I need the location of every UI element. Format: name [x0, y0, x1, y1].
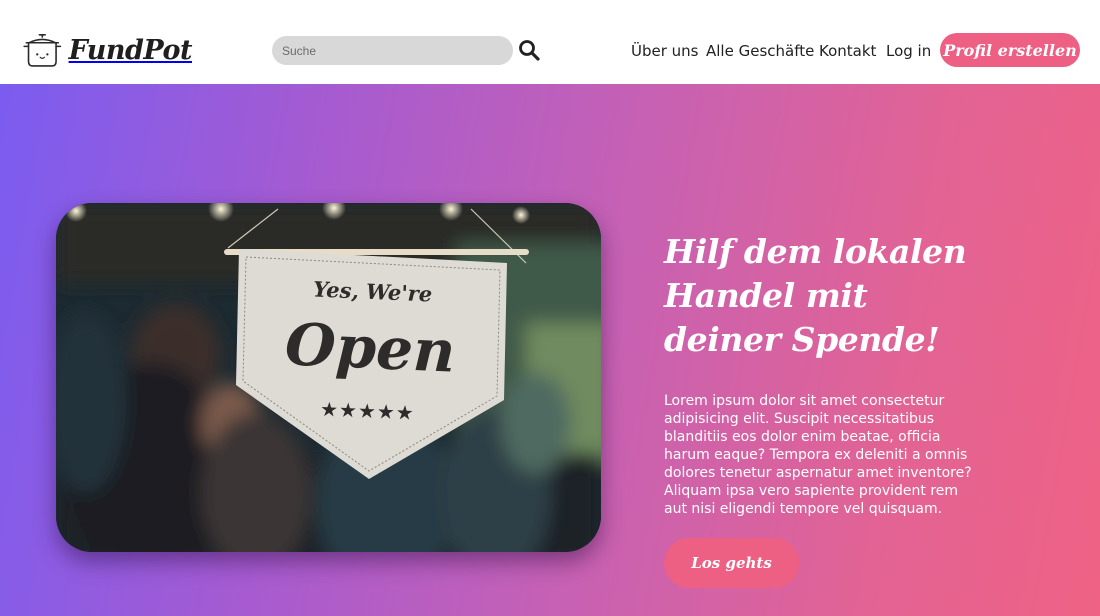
search-input[interactable] — [272, 36, 513, 65]
hero-section: Yes, We're Open ★★★★★ Hilf dem lokalen H… — [0, 84, 1100, 616]
search-button[interactable] — [516, 37, 542, 63]
nav-link-login[interactable]: Log in — [886, 42, 931, 60]
search-icon — [519, 40, 540, 61]
nav-link-contact[interactable]: Kontakt — [819, 42, 876, 60]
nav-link-all-shops[interactable]: Alle Geschäfte — [706, 42, 814, 60]
brand-logo[interactable]: FundPot — [22, 23, 193, 77]
get-started-button[interactable]: Los gehts — [664, 538, 799, 588]
brand-name: FundPot — [68, 34, 193, 66]
hero-image: Yes, We're Open ★★★★★ — [56, 203, 601, 552]
sign-stars: ★★★★★ — [320, 397, 416, 425]
hero-headline: Hilf dem lokalen Handel mit deiner Spend… — [664, 232, 967, 359]
sign-subtitle-text: Yes, We're — [313, 276, 433, 306]
hero-description: Lorem ipsum dolor sit amet consectetur a… — [664, 393, 972, 517]
nav-link-about[interactable]: Über uns — [631, 42, 699, 60]
cooking-pot-icon — [23, 33, 62, 67]
sign-open-text: Open — [284, 310, 457, 385]
site-header: FundPot Über uns Alle Geschäfte Kontakt … — [0, 0, 1100, 84]
create-profile-button[interactable]: Profil erstellen — [940, 33, 1080, 67]
